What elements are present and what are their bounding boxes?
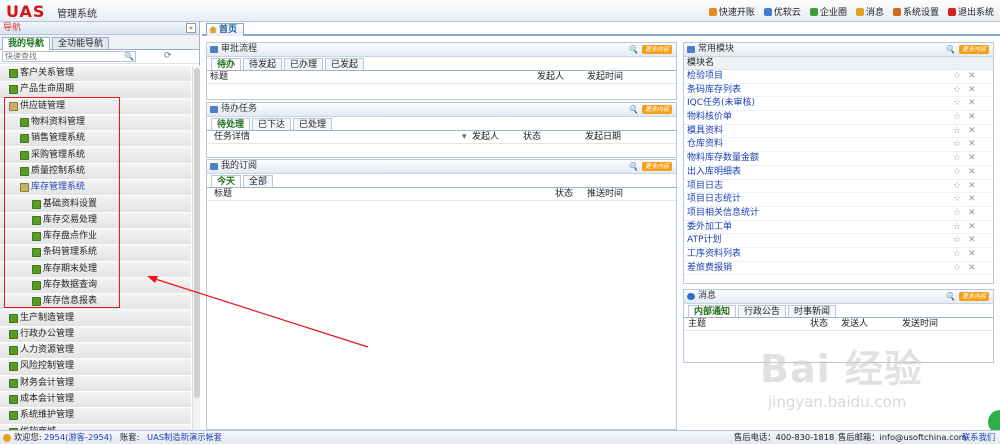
user-icon [3, 434, 11, 442]
contact-link[interactable]: 联系我们 [962, 431, 995, 444]
hotline: 售后电话：400-830-1818 [734, 432, 835, 442]
annotation-arrow [147, 276, 369, 348]
account-link[interactable]: UAS制造新演示帐套 [147, 431, 222, 444]
status-bar: 欢迎您: 2954(游客-2954) 账套: UAS制造新演示帐套 售后电话：4… [0, 430, 1000, 444]
user-link[interactable]: 2954(游客-2954) [44, 431, 112, 444]
support-email: 售后邮箱：info@usoftchina.com [838, 432, 967, 442]
welcome-label: 欢迎您: [14, 432, 42, 442]
account-label: 账套: [120, 432, 140, 442]
